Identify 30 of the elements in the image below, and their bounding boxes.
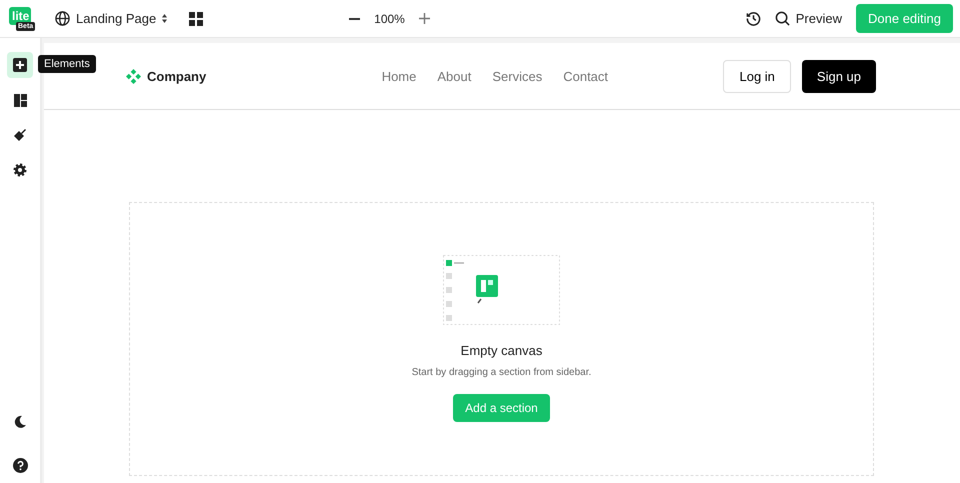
nav-link[interactable]: Home	[382, 68, 416, 84]
done-editing-button[interactable]: Done editing	[856, 4, 953, 33]
globe-icon	[55, 11, 70, 26]
nav-link[interactable]: Contact	[563, 68, 608, 84]
layout-icon	[14, 94, 26, 106]
sort-icon[interactable]	[162, 14, 168, 23]
paint-brush-icon	[13, 128, 27, 142]
help-icon[interactable]	[12, 458, 28, 473]
sidebar-tool[interactable]	[7, 52, 33, 78]
add-icon	[13, 58, 27, 72]
empty-canvas-hint: Start by dragging a section from sidebar.	[412, 367, 592, 378]
gear-icon	[13, 163, 27, 177]
nav-link[interactable]: About	[437, 68, 472, 84]
brand-logo[interactable]: Company	[126, 68, 206, 84]
zoom-in-icon[interactable]	[418, 13, 430, 24]
grid-icon[interactable]	[189, 12, 204, 26]
diamond-logo-icon	[126, 68, 141, 84]
moon-icon[interactable]	[13, 415, 27, 429]
logo[interactable]: lite	[9, 6, 31, 24]
search-icon	[774, 11, 790, 26]
history-icon[interactable]	[746, 11, 761, 26]
signup-button[interactable]: Sign up	[802, 60, 876, 92]
add-section-button[interactable]: Add a section	[453, 394, 550, 422]
zoom-level: 100%	[374, 12, 405, 26]
page-selector[interactable]: Landing Page	[76, 11, 156, 26]
nav-link[interactable]: Services	[492, 68, 542, 84]
empty-canvas-title: Empty canvas	[460, 343, 542, 358]
login-button[interactable]: Log in	[723, 60, 791, 92]
tooltip: Elements	[38, 55, 96, 73]
preview-link[interactable]: Preview	[774, 11, 842, 26]
